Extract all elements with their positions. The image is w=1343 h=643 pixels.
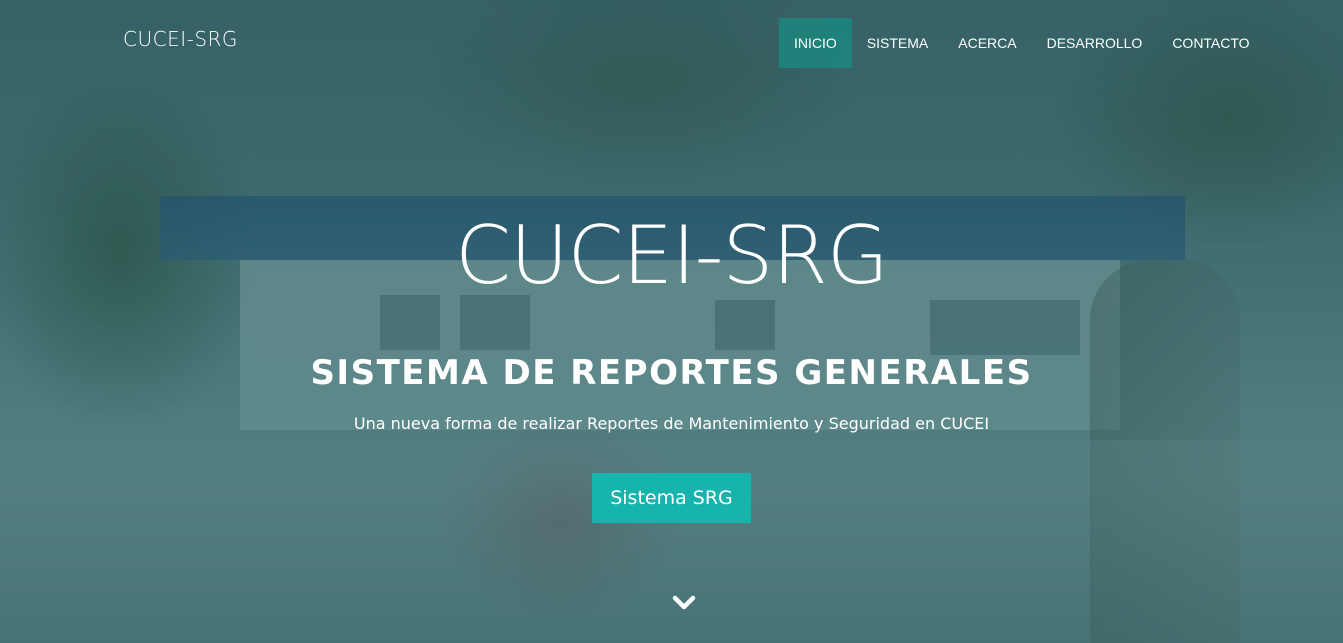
main-nav: INICIO SISTEMA ACERCA DESARROLLO CONTACT… — [779, 18, 1265, 68]
brand-logo[interactable]: CUCEI-SRG — [123, 27, 238, 51]
hero-title: CUCEI-SRG — [455, 209, 889, 302]
hero-description: Una nueva forma de realizar Reportes de … — [353, 414, 990, 433]
nav-item-sistema[interactable]: SISTEMA — [852, 18, 943, 68]
hero-overlay — [0, 0, 1343, 643]
nav-item-desarrollo[interactable]: DESARROLLO — [1032, 18, 1158, 68]
hero-subtitle: SISTEMA DE REPORTES GENERALES — [310, 353, 1033, 393]
nav-item-acerca[interactable]: ACERCA — [943, 18, 1031, 68]
nav-item-inicio[interactable]: INICIO — [779, 18, 852, 68]
chevron-down-icon[interactable] — [672, 594, 696, 612]
nav-item-contacto[interactable]: CONTACTO — [1157, 18, 1264, 68]
sistema-srg-button[interactable]: Sistema SRG — [592, 473, 751, 523]
